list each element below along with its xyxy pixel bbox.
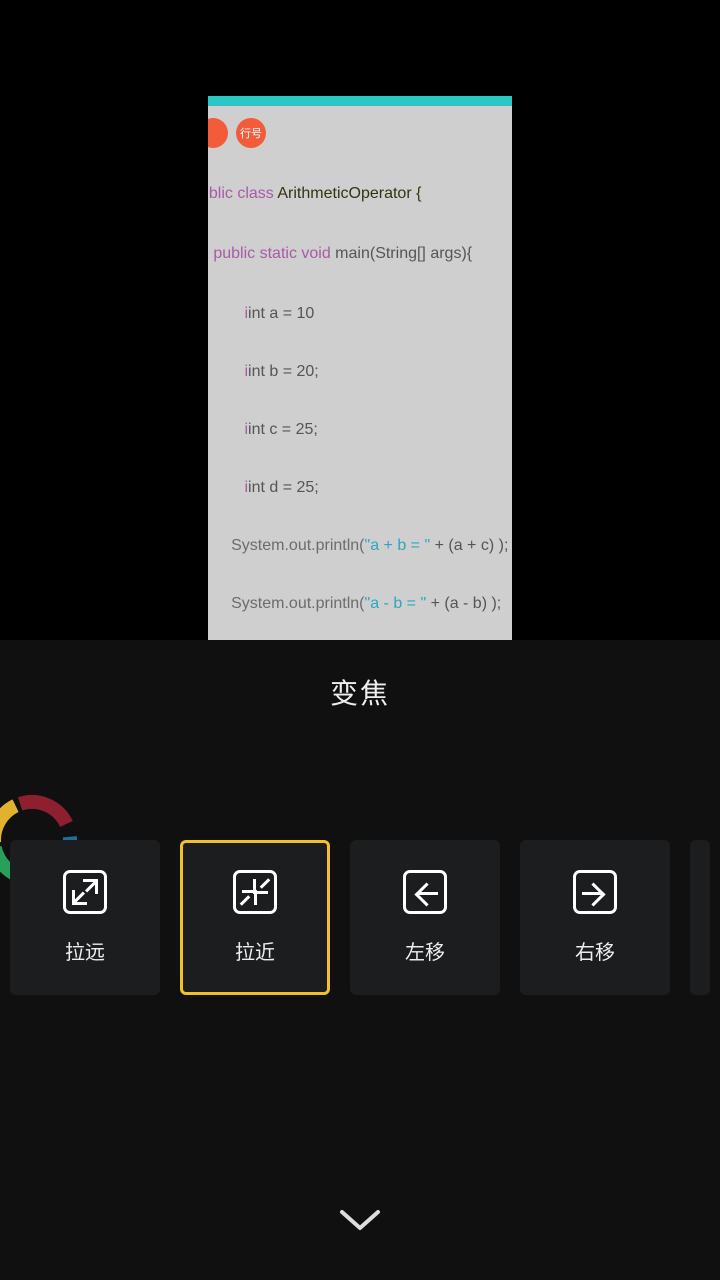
option-next-hidden[interactable] — [690, 840, 710, 995]
option-zoom-out[interactable]: 拉远 — [10, 840, 160, 995]
preview-badge-2: 行号 — [236, 118, 266, 148]
confirm-button[interactable] — [336, 1202, 384, 1234]
option-move-left-label: 左移 — [405, 936, 445, 965]
option-zoom-out-label: 拉远 — [65, 936, 105, 965]
preview-code: ublic class ArithmeticOperator { public … — [208, 170, 512, 640]
video-preview[interactable]: 行号 ublic class ArithmeticOperator { publ… — [208, 96, 512, 640]
arrow-right-icon — [573, 870, 617, 914]
expand-icon — [63, 870, 107, 914]
option-zoom-in[interactable]: 拉近 — [180, 840, 330, 995]
preview-badge-1 — [208, 118, 228, 148]
contract-icon — [233, 870, 277, 914]
zoom-options-row[interactable]: 拉远 拉近 左移 右移 — [10, 840, 720, 995]
option-move-right-label: 右移 — [575, 936, 615, 965]
option-move-left[interactable]: 左移 — [350, 840, 500, 995]
preview-top-bar — [208, 96, 512, 106]
arrow-left-icon — [403, 870, 447, 914]
option-zoom-in-label: 拉近 — [235, 936, 275, 965]
panel-title: 变焦 — [0, 672, 720, 712]
zoom-panel: 变焦 拉远 拉近 — [0, 640, 720, 1280]
option-move-right[interactable]: 右移 — [520, 840, 670, 995]
